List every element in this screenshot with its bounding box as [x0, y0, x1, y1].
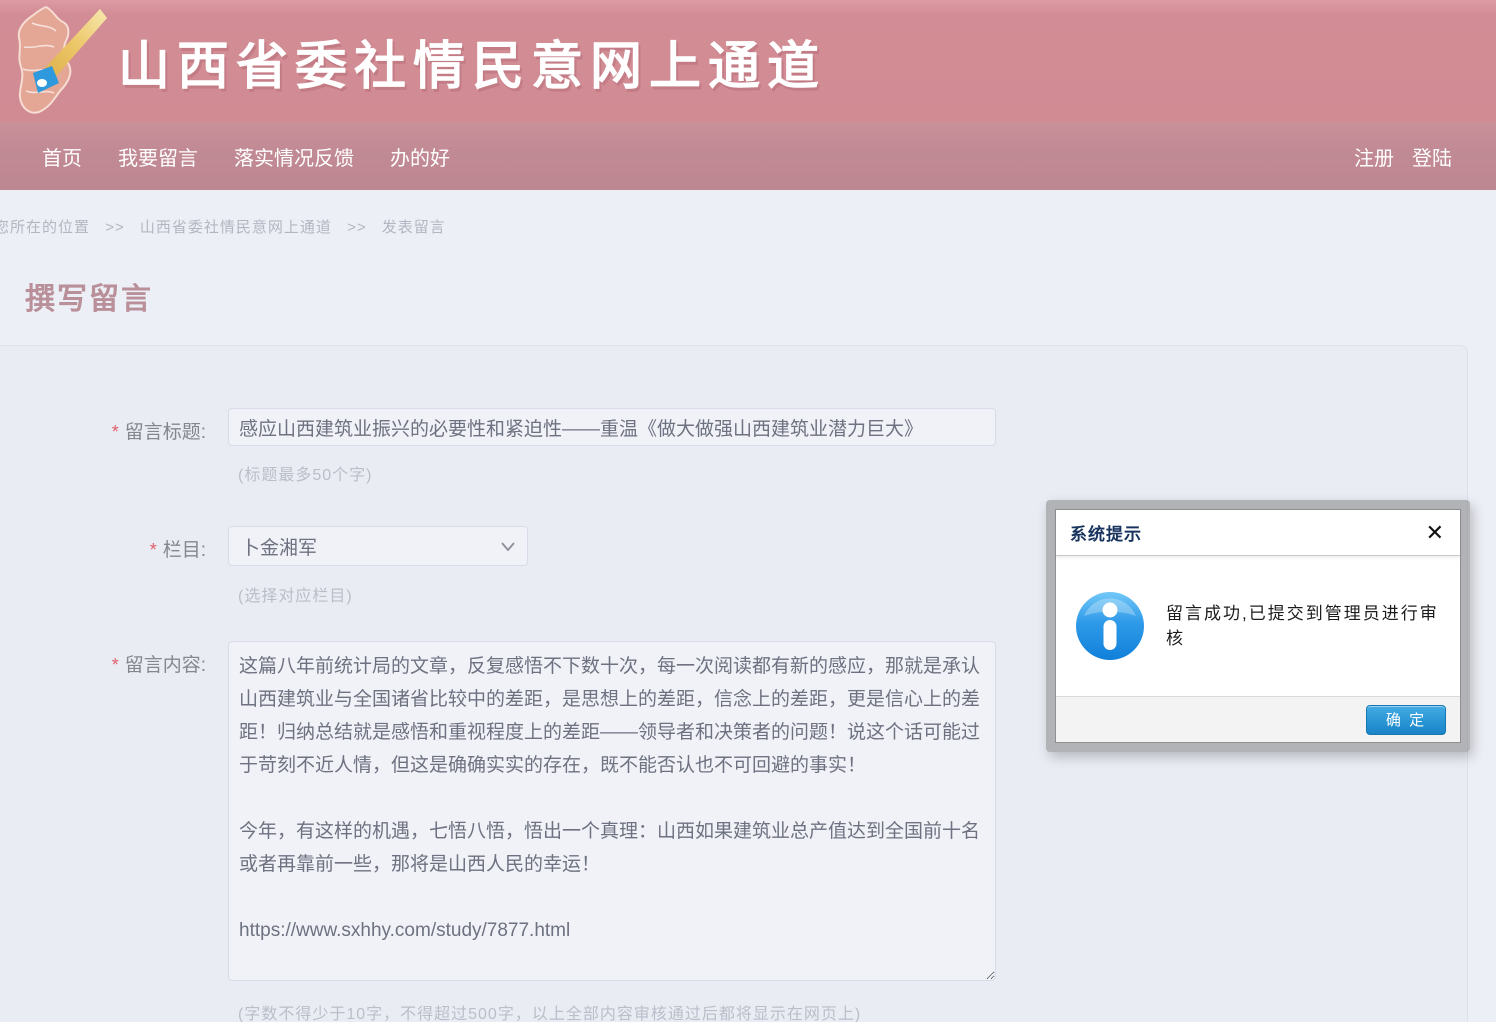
content-field-hint: (字数不得少于10字，不得超过500字，以上全部内容审核通过后都将显示在网页上)	[238, 1000, 1467, 1022]
breadcrumb-separator: >>	[347, 219, 367, 236]
nav-item-implementation-feedback[interactable]: 落实情况反馈	[234, 142, 354, 171]
title-field-hint: (标题最多50个字)	[238, 461, 1467, 485]
title-field-cell	[228, 408, 996, 446]
dialog-body: 留言成功,已提交到管理员进行审核	[1056, 556, 1460, 696]
nav-items: 首页 我要留言 落实情况反馈 办的好	[0, 142, 486, 171]
title-field-label-cell: * 留言标题:	[0, 408, 206, 444]
required-asterisk: *	[150, 540, 157, 560]
dialog-footer: 确 定	[1056, 696, 1460, 742]
category-field-label: 栏目:	[163, 540, 206, 561]
nav-item-well-done[interactable]: 办的好	[390, 142, 450, 171]
register-link[interactable]: 注册	[1354, 142, 1394, 171]
site-logo-icon	[8, 3, 108, 119]
login-link[interactable]: 登陆	[1412, 142, 1452, 171]
content-field-cell: 这篇八年前统计局的文章，反复感悟不下数十次，每一次阅读都有新的感应，那就是承认山…	[228, 641, 996, 986]
main-nav: 首页 我要留言 落实情况反馈 办的好 注册 登陆	[0, 122, 1496, 190]
dialog-message: 留言成功,已提交到管理员进行审核	[1166, 601, 1446, 652]
system-prompt-dialog: 系统提示 ✕ 留言成功,已提交到管理员进行审核 确 定	[1055, 509, 1461, 743]
nav-auth: 注册 登陆	[1336, 142, 1496, 171]
title-field-label: 留言标题:	[125, 422, 206, 443]
category-selected-value: 卜金湘军	[241, 533, 317, 560]
nav-item-home[interactable]: 首页	[42, 142, 82, 171]
breadcrumb: 您所在的位置 >> 山西省委社情民意网上通道 >> 发表留言	[0, 216, 1496, 237]
form-row-title: * 留言标题:	[0, 408, 1467, 446]
nav-item-leave-message[interactable]: 我要留言	[118, 142, 198, 171]
required-asterisk: *	[112, 422, 119, 442]
category-select[interactable]: 卜金湘军	[228, 526, 528, 566]
required-asterisk: *	[112, 655, 119, 675]
site-header: 山西省委社情民意网上通道	[0, 0, 1496, 122]
info-icon	[1074, 590, 1146, 662]
close-icon[interactable]: ✕	[1426, 522, 1444, 544]
breadcrumb-site-link[interactable]: 山西省委社情民意网上通道	[140, 219, 332, 236]
breadcrumb-separator: >>	[105, 219, 125, 236]
page-title: 撰写留言	[25, 274, 1496, 318]
dialog-title: 系统提示	[1070, 520, 1142, 545]
category-field-cell: 卜金湘军	[228, 526, 528, 566]
system-prompt-dialog-frame: 系统提示 ✕ 留言成功,已提交到管理员进行审核 确 定	[1046, 500, 1470, 752]
breadcrumb-current: 发表留言	[382, 219, 446, 236]
category-field-label-cell: * 栏目:	[0, 526, 206, 562]
chevron-down-icon	[501, 542, 515, 551]
content-field-label-cell: * 留言内容:	[0, 641, 206, 677]
content-field-label: 留言内容:	[125, 655, 206, 676]
site-title: 山西省委社情民意网上通道	[118, 24, 826, 99]
message-title-input[interactable]	[228, 408, 996, 446]
breadcrumb-prefix: 您所在的位置	[0, 219, 90, 236]
dialog-titlebar: 系统提示 ✕	[1056, 510, 1460, 556]
ok-button[interactable]: 确 定	[1366, 705, 1446, 735]
message-content-textarea[interactable]: 这篇八年前统计局的文章，反复感悟不下数十次，每一次阅读都有新的感应，那就是承认山…	[228, 641, 996, 981]
